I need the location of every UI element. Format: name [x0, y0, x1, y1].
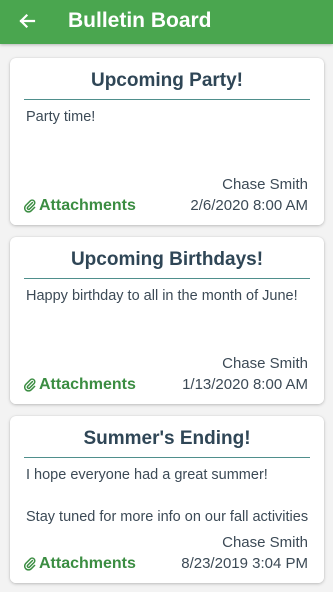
- app-bar: Bulletin Board: [0, 0, 333, 44]
- bulletin-footer: Chase Smith 1/13/2020 8:00 AM Attachment…: [10, 350, 324, 404]
- attachments-label: Attachments: [39, 197, 136, 214]
- bulletin-card: Summer's Ending! I hope everyone had a g…: [10, 416, 324, 583]
- title-divider: [24, 99, 310, 100]
- attachments-link[interactable]: Attachments: [24, 553, 136, 575]
- back-button[interactable]: [12, 6, 42, 36]
- bulletin-datetime: 8/23/2019 3:04 PM: [181, 555, 308, 572]
- bulletin-footer: Chase Smith 2/6/2020 8:00 AM Attachments: [10, 171, 324, 225]
- attachments-link[interactable]: Attachments: [24, 195, 136, 217]
- page-title: Bulletin Board: [68, 9, 212, 32]
- attachments-label: Attachments: [39, 555, 136, 572]
- bulletin-author: Chase Smith: [222, 534, 308, 551]
- bulletin-datetime: 2/6/2020 8:00 AM: [190, 197, 308, 214]
- bulletin-datetime: 1/13/2020 8:00 AM: [182, 376, 308, 393]
- bulletin-card: Upcoming Party! Party time! Chase Smith …: [10, 58, 324, 225]
- bulletin-author: Chase Smith: [222, 176, 308, 193]
- bulletin-body: Happy birthday to all in the month of Ju…: [26, 288, 298, 304]
- bulletin-title: Upcoming Birthdays!: [70, 249, 264, 270]
- bulletin-feed[interactable]: Upcoming Party! Party time! Chase Smith …: [0, 44, 333, 592]
- title-divider: [24, 278, 310, 279]
- arrow-left-icon: [19, 13, 36, 29]
- paperclip-icon: [24, 557, 36, 571]
- bulletin-title: Summer's Ending!: [83, 428, 251, 449]
- bulletin-footer: Chase Smith 8/23/2019 3:04 PM Attachment…: [10, 529, 324, 583]
- title-divider: [24, 457, 310, 458]
- attachments-label: Attachments: [39, 376, 136, 393]
- bulletin-card: Upcoming Birthdays! Happy birthday to al…: [10, 237, 324, 404]
- bulletin-title: Upcoming Party!: [90, 70, 244, 91]
- bulletin-body: Party time!: [26, 109, 96, 125]
- attachments-link[interactable]: Attachments: [24, 374, 136, 396]
- bulletin-author: Chase Smith: [222, 355, 308, 372]
- paperclip-icon: [24, 378, 36, 392]
- paperclip-icon: [24, 199, 36, 213]
